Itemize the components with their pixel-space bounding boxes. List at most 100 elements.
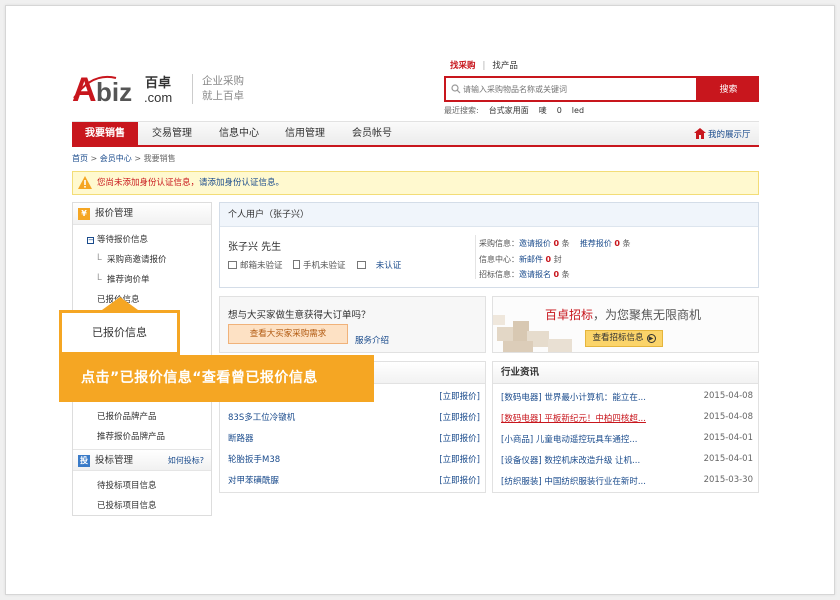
- stat-unit: 条: [622, 239, 631, 248]
- recent-term[interactable]: 0: [557, 106, 562, 115]
- svg-text:A: A: [72, 71, 97, 106]
- tree-branch-icon: L: [97, 273, 102, 283]
- stat-purchase: 采购信息：邀请报价 0 条 推荐报价 0 条: [479, 238, 631, 249]
- news-item-title[interactable]: [小商品] 儿童电动遥控玩具车通控...: [501, 435, 637, 445]
- recent-searches: 最近搜索: 台式家用面 唛 0 led: [444, 105, 594, 116]
- news-item: [设备仪器] 数控机床改造升级 让机... 2015-04-01: [501, 454, 753, 466]
- search-icon: [451, 84, 461, 94]
- how-to-bid-link[interactable]: 如何投标?: [168, 450, 204, 472]
- tender-ad-title-red: 百卓招标: [545, 308, 594, 322]
- view-tender-button[interactable]: 查看招标信息 ▶: [585, 330, 663, 347]
- callout-highlight[interactable]: 已报价信息: [59, 310, 180, 355]
- list-item: 轮胎扳手M38 [立即报价]: [228, 453, 480, 465]
- breadcrumb-member[interactable]: 会员中心: [100, 154, 132, 163]
- invite-signup-link[interactable]: 邀请报名: [519, 270, 551, 279]
- collapse-icon[interactable]: −: [87, 237, 94, 244]
- stat-unit: 条: [561, 270, 570, 279]
- new-mail-link[interactable]: 新邮件: [519, 255, 543, 264]
- nav-item-sell[interactable]: 我要销售: [72, 122, 138, 146]
- nav-item-trade[interactable]: 交易管理: [152, 122, 192, 146]
- list-item-title[interactable]: 83S多工位冷镦机: [228, 413, 295, 423]
- recent-term[interactable]: 台式家用面: [489, 106, 529, 115]
- cert-status[interactable]: 未认证: [357, 259, 401, 271]
- nav-item-info-center[interactable]: 信息中心: [219, 122, 259, 146]
- news-item-date: 2015-04-01: [703, 433, 753, 443]
- search-button[interactable]: 搜索: [698, 76, 759, 102]
- warning-icon: [78, 176, 92, 189]
- quote-now-link[interactable]: [立即报价]: [439, 474, 480, 486]
- tab-find-product[interactable]: 找产品: [492, 59, 518, 71]
- stat-label: 信息中心：: [479, 255, 519, 264]
- divider: [475, 235, 476, 279]
- home-icon: [694, 128, 706, 139]
- slogan-line-2: 就上百卓: [202, 90, 244, 102]
- industry-news-panel: 行业资讯 [数码电器] 世界最小计算机：能立在... 2015-04-08 [数码…: [492, 361, 759, 493]
- email-status-text: 邮箱未验证: [240, 261, 283, 271]
- quote-now-link[interactable]: [立即报价]: [439, 411, 480, 423]
- service-intro-link[interactable]: 服务介绍: [355, 334, 389, 346]
- sidebar-item-bid-done[interactable]: 已投标项目信息: [97, 499, 157, 511]
- cert-status-text: 未认证: [375, 261, 402, 271]
- tab-find-purchase[interactable]: 找采购: [450, 59, 476, 71]
- recent-label: 最近搜索:: [444, 106, 479, 115]
- news-item-title[interactable]: [数码电器] 世界最小计算机：能立在...: [501, 393, 646, 403]
- search-input[interactable]: [463, 80, 693, 98]
- news-item-title[interactable]: [纺织服装] 中国纺织服装行业在新时...: [501, 477, 646, 487]
- view-big-buyer-button[interactable]: 查看大买家采购需求: [228, 324, 348, 344]
- sidebar-item-label: 等待报价信息: [97, 235, 149, 245]
- list-item: 对甲苯磺酰脲 [立即报价]: [228, 474, 480, 486]
- stat-label: 招标信息：: [479, 270, 519, 279]
- view-tender-label: 查看招标信息: [592, 333, 644, 343]
- abiz-logo[interactable]: A biz 百卓 .com: [72, 70, 190, 106]
- sidebar-item-recommend-brand[interactable]: 推荐报价品牌产品: [97, 430, 165, 442]
- news-item: [数码电器] 平板新纪元！中柏四核超... 2015-04-08: [501, 412, 753, 424]
- my-showroom-link[interactable]: 我的展示厅: [708, 128, 751, 140]
- search-tabs: 找采购 | 找产品: [450, 59, 518, 71]
- email-status[interactable]: 邮箱未验证: [228, 259, 283, 271]
- phone-status[interactable]: 手机未验证: [293, 259, 346, 271]
- sidebar-section-title: 投标管理: [95, 455, 134, 466]
- sidebar-item-quoted-brand[interactable]: 已报价品牌产品: [97, 410, 157, 422]
- identity-notice: 您尚未添加身份认证信息，请添加身份认证信息。: [72, 171, 759, 195]
- quote-now-link[interactable]: [立即报价]: [439, 432, 480, 444]
- search-box: [444, 76, 698, 102]
- recent-term[interactable]: 唛: [539, 106, 547, 115]
- invite-quote-link[interactable]: 邀请报价: [519, 239, 551, 248]
- news-item-title[interactable]: [设备仪器] 数控机床改造升级 让机...: [501, 456, 640, 466]
- news-item: [数码电器] 世界最小计算机：能立在... 2015-04-08: [501, 391, 753, 403]
- nav-item-account[interactable]: 会员帐号: [352, 122, 392, 146]
- news-item: [纺织服装] 中国纺织服装行业在新时... 2015-03-30: [501, 475, 753, 487]
- id-card-icon: [357, 261, 366, 269]
- sidebar-section-bid: 投 投标管理 如何投标?: [73, 449, 211, 471]
- stat-label: 采购信息：: [479, 239, 519, 248]
- list-item: 83S多工位冷镦机 [立即报价]: [228, 411, 480, 423]
- tender-ad-panel[interactable]: 百卓招标，为您聚焦无限商机 查看招标信息 ▶: [492, 296, 759, 353]
- callout-arrow: [102, 297, 138, 310]
- sidebar-item-wait-quote[interactable]: − 等待报价信息: [87, 233, 148, 245]
- notice-link[interactable]: 请添加身份认证信息。: [199, 178, 284, 188]
- news-item-title[interactable]: [数码电器] 平板新纪元！中柏四核超...: [501, 414, 646, 424]
- quote-now-link[interactable]: [立即报价]: [439, 453, 480, 465]
- breadcrumb: 首页 > 会员中心 > 我要销售: [72, 154, 176, 163]
- sidebar-section-title: 报价管理: [95, 208, 134, 219]
- quote-now-link[interactable]: [立即报价]: [439, 390, 480, 402]
- arrow-right-icon: ▶: [646, 334, 656, 343]
- sidebar-item-recommended-inquiry[interactable]: 推荐询价单: [107, 273, 150, 285]
- sidebar-item-invited-quote[interactable]: 采购商邀请报价: [107, 253, 167, 265]
- sidebar-section-quote: ¥ 报价管理: [73, 203, 211, 225]
- nav-item-credit[interactable]: 信用管理: [285, 122, 325, 146]
- stat-num: 0: [553, 270, 560, 279]
- sidebar-item-bid-wait[interactable]: 待投标项目信息: [97, 479, 157, 491]
- breadcrumb-home[interactable]: 首页: [72, 154, 88, 163]
- list-item-title[interactable]: 轮胎扳手M38: [228, 455, 280, 465]
- tree-branch-icon: L: [97, 253, 102, 263]
- tender-ad-title-rest: ，为您聚焦无限商机: [593, 308, 702, 322]
- recent-term[interactable]: led: [572, 106, 584, 115]
- news-item-date: 2015-03-30: [703, 475, 753, 485]
- news-item: [小商品] 儿童电动遥控玩具车通控... 2015-04-01: [501, 433, 753, 445]
- list-item-title[interactable]: 断路器: [228, 434, 254, 444]
- recommend-quote-link[interactable]: 推荐报价: [580, 239, 612, 248]
- list-item-title[interactable]: 对甲苯磺酰脲: [228, 476, 279, 486]
- news-item-date: 2015-04-08: [703, 391, 753, 401]
- big-buyer-panel: 想与大买家做生意获得大订单吗？ 查看大买家采购需求 服务介绍: [219, 296, 486, 353]
